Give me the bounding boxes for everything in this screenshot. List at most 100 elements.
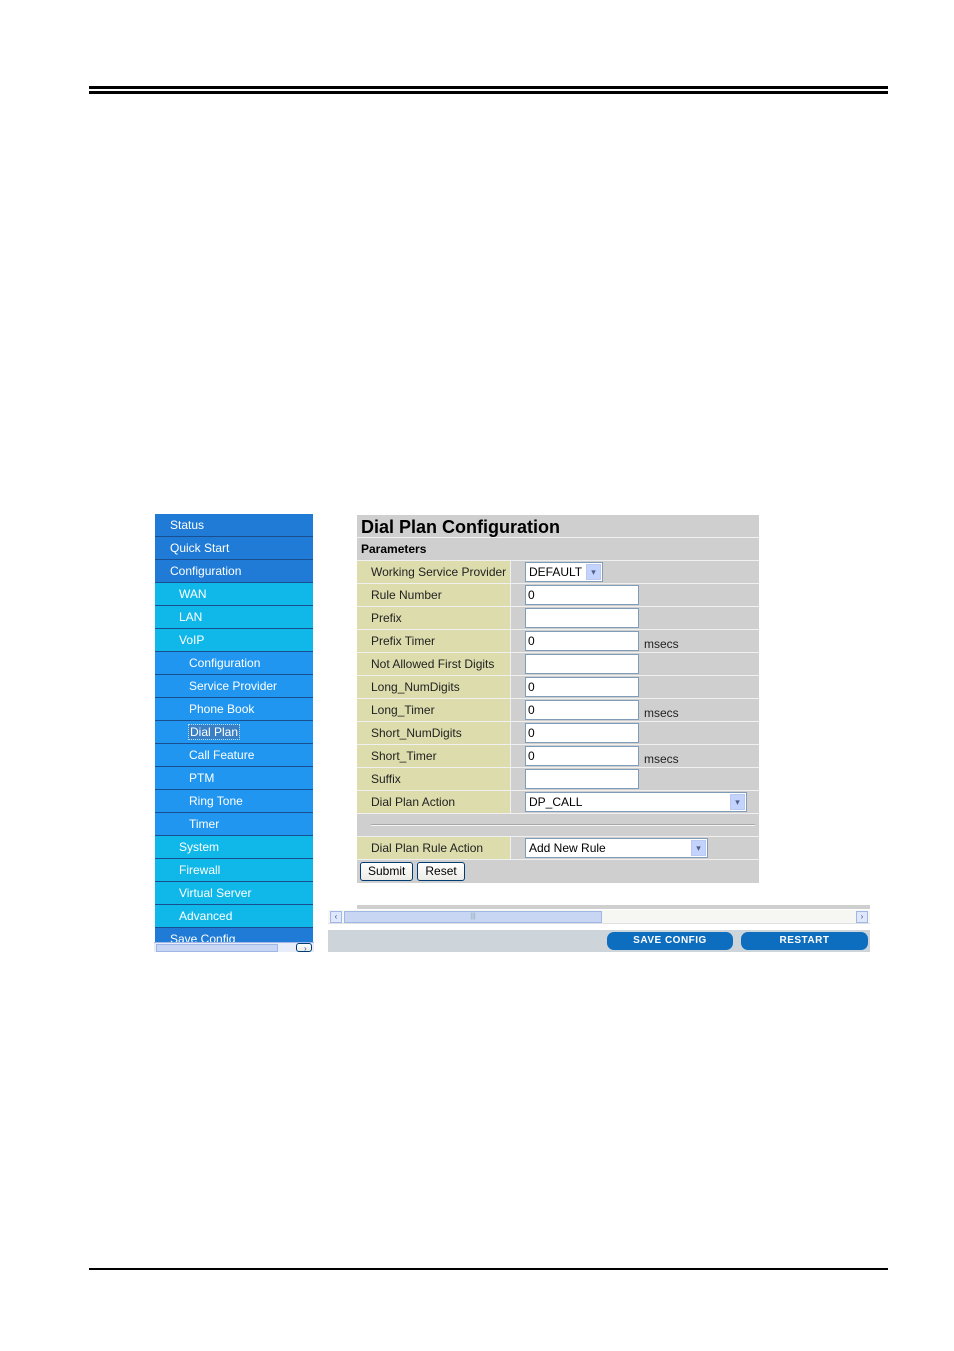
chevron-down-icon: ▾: [730, 794, 745, 810]
label: Dial Plan Rule Action: [357, 837, 511, 859]
separator: [357, 814, 759, 837]
row-short-numdigits: Short_NumDigits 0: [357, 722, 759, 745]
row-long-numdigits: Long_NumDigits 0: [357, 676, 759, 699]
sidebar-item-label: Firewall: [179, 863, 221, 877]
sidebar-item-label: Configuration: [170, 564, 242, 578]
row-rule-number: Rule Number 0: [357, 584, 759, 607]
scroll-right-icon[interactable]: ›: [296, 943, 312, 952]
label: Prefix: [357, 607, 511, 629]
dial-plan-action-select[interactable]: DP_CALL ▾: [525, 792, 747, 812]
sidebar-item-label: VoIP: [179, 633, 205, 647]
save-config-button[interactable]: SAVE CONFIG: [607, 932, 733, 950]
sidebar-item-wan[interactable]: WAN: [155, 583, 313, 606]
sidebar-item-service-provider[interactable]: Service Provider: [155, 675, 313, 698]
section-heading: Parameters: [357, 538, 759, 561]
label: Rule Number: [357, 584, 511, 606]
sidebar-item-ptm[interactable]: PTM: [155, 767, 313, 790]
dial-plan-form: Dial Plan Configuration Parameters Worki…: [357, 515, 759, 883]
working-service-provider-select[interactable]: DEFAULT ▾: [525, 562, 603, 582]
sidebar-item-label: Quick Start: [170, 541, 230, 555]
label: Suffix: [357, 768, 511, 790]
label: Short_NumDigits: [357, 722, 511, 744]
sidebar-item-voip[interactable]: VoIP: [155, 629, 313, 652]
prefix-timer-input[interactable]: 0: [525, 631, 639, 651]
sidebar-item-label: Phone Book: [189, 702, 255, 716]
not-allowed-first-digits-input[interactable]: [525, 654, 639, 674]
label: Short_Timer: [357, 745, 511, 767]
rule-number-input[interactable]: 0: [525, 585, 639, 605]
suffix-input[interactable]: [525, 769, 639, 789]
label: Long_Timer: [357, 699, 511, 721]
label: Prefix Timer: [357, 630, 511, 652]
row-prefix-timer: Prefix Timer 0 msecs: [357, 630, 759, 653]
select-value: DP_CALL: [529, 795, 583, 809]
sidebar-item-label: Status: [170, 518, 205, 532]
router-screenshot: Status Quick Start Configuration WAN LAN VoIP…: [154, 512, 870, 952]
sidebar-item-system[interactable]: System: [155, 836, 313, 859]
row-dial-plan-action: Dial Plan Action DP_CALL ▾: [357, 791, 759, 814]
sidebar-item-call-feature[interactable]: Call Feature: [155, 744, 313, 767]
sidebar-item-label: WAN: [179, 587, 207, 601]
sidebar-item-label: PTM: [189, 771, 215, 785]
form-buttons: Submit Reset: [357, 860, 759, 883]
sidebar-item-timer[interactable]: Timer: [155, 813, 313, 836]
scroll-thumb[interactable]: [156, 944, 278, 952]
sidebar-item-phone-book[interactable]: Phone Book: [155, 698, 313, 721]
short-numdigits-input[interactable]: 0: [525, 723, 639, 743]
select-value: DEFAULT: [529, 565, 583, 579]
sidebar-item-configuration[interactable]: Configuration: [155, 560, 313, 583]
sidebar-item-label: Call Feature: [189, 748, 255, 762]
sidebar-item-ring-tone[interactable]: Ring Tone: [155, 790, 313, 813]
scroll-right-icon[interactable]: ›: [856, 911, 868, 923]
sidebar-item-label: Dial Plan: [187, 724, 241, 740]
header-rule-bottom: [89, 91, 888, 94]
sidebar-item-lan[interactable]: LAN: [155, 606, 313, 629]
sidebar-item-quick-start[interactable]: Quick Start: [155, 537, 313, 560]
unit-label: msecs: [644, 637, 679, 651]
sidebar-item-label: Configuration: [189, 656, 261, 670]
dial-plan-rule-action-select[interactable]: Add New Rule ▾: [525, 838, 708, 858]
header-rule-top: [89, 86, 888, 89]
row-short-timer: Short_Timer 0 msecs: [357, 745, 759, 768]
scroll-left-icon[interactable]: ‹: [330, 911, 342, 923]
sidebar-item-label: System: [179, 840, 220, 854]
main-horizontal-scrollbar[interactable]: ‹ ||| ›: [328, 910, 870, 924]
row-suffix: Suffix: [357, 768, 759, 791]
sidebar-item-configuration[interactable]: Configuration: [155, 652, 313, 675]
select-value: Add New Rule: [529, 841, 606, 855]
row-working-service-provider: Working Service Provider DEFAULT ▾: [357, 561, 759, 584]
unit-label: msecs: [644, 752, 679, 766]
long-numdigits-input[interactable]: 0: [525, 677, 639, 697]
short-timer-input[interactable]: 0: [525, 746, 639, 766]
label: Long_NumDigits: [357, 676, 511, 698]
prefix-input[interactable]: [525, 608, 639, 628]
submit-button[interactable]: Submit: [360, 862, 414, 881]
label: Working Service Provider: [357, 561, 511, 583]
sidebar-item-label: Timer: [189, 817, 220, 831]
sidebar-item-label: Ring Tone: [189, 794, 243, 808]
unit-label: msecs: [644, 706, 679, 720]
nav-menu: Status Quick Start Configuration WAN LAN VoIP…: [155, 514, 313, 951]
page-title: Dial Plan Configuration: [357, 515, 759, 538]
sidebar-horizontal-scrollbar[interactable]: ›: [154, 942, 314, 952]
row-not-allowed-first-digits: Not Allowed First Digits: [357, 653, 759, 676]
scroll-thumb[interactable]: |||: [344, 911, 602, 923]
sidebar-item-firewall[interactable]: Firewall: [155, 859, 313, 882]
row-long-timer: Long_Timer 0 msecs: [357, 699, 759, 722]
sidebar: Status Quick Start Configuration WAN LAN VoIP…: [154, 512, 314, 952]
label: Dial Plan Action: [357, 791, 511, 813]
row-dial-plan-rule-action: Dial Plan Rule Action Add New Rule ▾: [357, 837, 759, 860]
sidebar-item-label: Service Provider: [189, 679, 278, 693]
footer-rule: [89, 1268, 888, 1270]
reset-button[interactable]: Reset: [417, 862, 465, 881]
sidebar-item-label: LAN: [179, 610, 203, 624]
sidebar-item-dial-plan[interactable]: Dial Plan: [155, 721, 313, 744]
sidebar-item-advanced[interactable]: Advanced: [155, 905, 313, 928]
row-prefix: Prefix: [357, 607, 759, 630]
sidebar-item-virtual-server[interactable]: Virtual Server: [155, 882, 313, 905]
sidebar-item-label: Advanced: [179, 909, 233, 923]
restart-button[interactable]: RESTART: [741, 932, 868, 950]
sidebar-item-status[interactable]: Status: [155, 514, 313, 537]
long-timer-input[interactable]: 0: [525, 700, 639, 720]
content-bottom-edge: [357, 905, 870, 909]
